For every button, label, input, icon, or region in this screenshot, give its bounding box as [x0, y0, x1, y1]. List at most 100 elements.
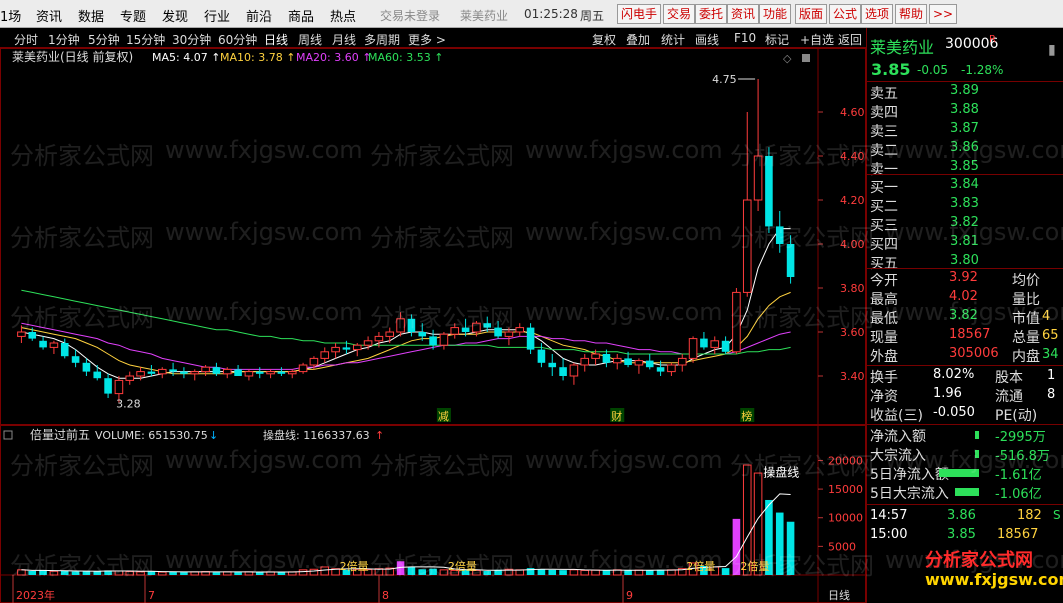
volume-bar[interactable]: [180, 572, 188, 575]
volume-bar[interactable]: [157, 571, 167, 576]
volume-svg[interactable]: 倍量过前五 VOLUME: 651530.75 ↓ 操盘线: 1166337.63 ↑ 2…: [0, 425, 866, 603]
volume-bar[interactable]: [559, 570, 567, 575]
volume-bar[interactable]: [602, 570, 611, 575]
volume-bar[interactable]: [786, 521, 795, 575]
volume-bar[interactable]: [634, 569, 644, 576]
menu-item[interactable]: 发现: [162, 6, 188, 25]
menu-item[interactable]: 资讯: [36, 6, 62, 25]
toolbar-button[interactable]: >>: [929, 4, 958, 24]
volume-bar[interactable]: [125, 571, 135, 576]
period-tab[interactable]: 周线: [298, 31, 322, 48]
volume-bar[interactable]: [82, 571, 91, 575]
menu-item[interactable]: 专题: [120, 6, 146, 25]
diamond-icon[interactable]: ◇: [783, 52, 792, 65]
chart-tool-button[interactable]: 统计: [661, 31, 685, 48]
chart-tool-button[interactable]: F10: [734, 31, 756, 45]
candle[interactable]: [255, 367, 264, 379]
volume-bar[interactable]: [429, 568, 437, 575]
kline-chart[interactable]: 4.60 4.40 4.20 4.00 3.80 3.60 3.40 莱美药业(日线 前复权)…: [0, 48, 866, 425]
candle[interactable]: [266, 369, 275, 379]
event-tag[interactable]: 财: [611, 409, 622, 423]
toolbar-button[interactable]: 功能: [759, 4, 792, 24]
volume-bar[interactable]: [580, 569, 590, 576]
chart-tool-button[interactable]: 画线: [695, 31, 719, 48]
ask-level-price[interactable]: 3.88: [950, 102, 979, 117]
menu-item[interactable]: 数据: [78, 6, 104, 25]
period-tab[interactable]: 30分钟: [172, 31, 211, 48]
candle[interactable]: [667, 362, 676, 376]
volume-bar[interactable]: [309, 568, 319, 576]
volume-bar[interactable]: [515, 569, 525, 576]
toolbar-button[interactable]: 资讯: [727, 4, 760, 24]
volume-bar[interactable]: [721, 568, 730, 575]
ask-level-price[interactable]: 3.86: [950, 140, 979, 155]
candle[interactable]: [234, 365, 242, 376]
volume-bar[interactable]: [569, 569, 579, 576]
volume-bar[interactable]: [742, 464, 752, 576]
menu-item[interactable]: 热点: [330, 6, 356, 25]
volume-bar[interactable]: [234, 572, 242, 575]
candle[interactable]: [180, 367, 188, 379]
candle[interactable]: [634, 358, 644, 374]
volume-bar[interactable]: [624, 570, 632, 575]
candle[interactable]: [645, 354, 654, 370]
menu-item[interactable]: 1场: [0, 6, 21, 25]
volume-bar[interactable]: [775, 512, 784, 575]
candle[interactable]: [190, 369, 200, 381]
indicator-name[interactable]: 倍量过前五: [30, 427, 90, 442]
kline-svg[interactable]: 4.60 4.40 4.20 4.00 3.80 3.60 3.40 莱美药业(日线 前复权)…: [0, 48, 866, 425]
candle[interactable]: [494, 321, 502, 339]
toolbar-button[interactable]: 选项: [861, 4, 894, 24]
period-tab[interactable]: 多周期: [364, 31, 400, 48]
volume-bar[interactable]: [418, 569, 427, 575]
period-tab[interactable]: 15分钟: [126, 31, 165, 48]
volume-bar[interactable]: [114, 570, 124, 576]
candle[interactable]: [765, 147, 773, 233]
volume-bar[interactable]: [483, 570, 492, 575]
candle[interactable]: [407, 314, 416, 337]
candle[interactable]: [742, 112, 752, 297]
volume-bar[interactable]: [548, 569, 557, 575]
menu-item[interactable]: 行业: [204, 6, 230, 25]
candle[interactable]: [732, 288, 741, 354]
volume-bar[interactable]: [667, 569, 676, 576]
stock-page-icon[interactable]: ▮: [1048, 42, 1056, 58]
volume-bar[interactable]: [645, 570, 654, 575]
candle[interactable]: [39, 336, 47, 350]
volume-bar[interactable]: [298, 569, 308, 576]
toolbar-button[interactable]: 帮助: [895, 4, 928, 24]
period-tab[interactable]: 日线: [264, 31, 288, 48]
menu-item[interactable]: 前沿: [246, 6, 272, 25]
volume-bar[interactable]: [407, 566, 416, 575]
ask-level-price[interactable]: 3.85: [950, 159, 979, 174]
candle[interactable]: [515, 323, 525, 337]
candle[interactable]: [677, 354, 687, 372]
candle[interactable]: [93, 365, 102, 381]
candle[interactable]: [331, 343, 340, 359]
volume-bar[interactable]: [147, 571, 156, 575]
candle[interactable]: [450, 323, 460, 339]
candle[interactable]: [396, 312, 405, 337]
chart-tool-button[interactable]: 叠加: [626, 31, 650, 48]
candle[interactable]: [49, 340, 59, 354]
candle[interactable]: [277, 367, 286, 376]
candle[interactable]: [125, 371, 135, 385]
chart-tool-button[interactable]: 复权: [592, 31, 616, 48]
volume-bar[interactable]: [277, 572, 286, 575]
candle[interactable]: [320, 347, 330, 363]
volume-bar[interactable]: [537, 569, 546, 575]
event-tag[interactable]: 减: [438, 410, 449, 423]
candle[interactable]: [612, 354, 622, 370]
ask-level-price[interactable]: 3.89: [950, 83, 979, 98]
chart-tool-button[interactable]: 标记: [765, 31, 789, 48]
period-tab[interactable]: 分时: [14, 31, 38, 48]
volume-bar[interactable]: [732, 518, 741, 575]
candle[interactable]: [352, 343, 362, 357]
volume-bar[interactable]: [320, 566, 330, 576]
candle[interactable]: [548, 354, 557, 376]
volume-bar[interactable]: [439, 569, 449, 576]
toolbar-button[interactable]: 闪电手: [617, 4, 662, 24]
panel-toggle-icon[interactable]: [802, 54, 810, 62]
candle[interactable]: [688, 336, 698, 363]
candle[interactable]: [537, 343, 546, 368]
